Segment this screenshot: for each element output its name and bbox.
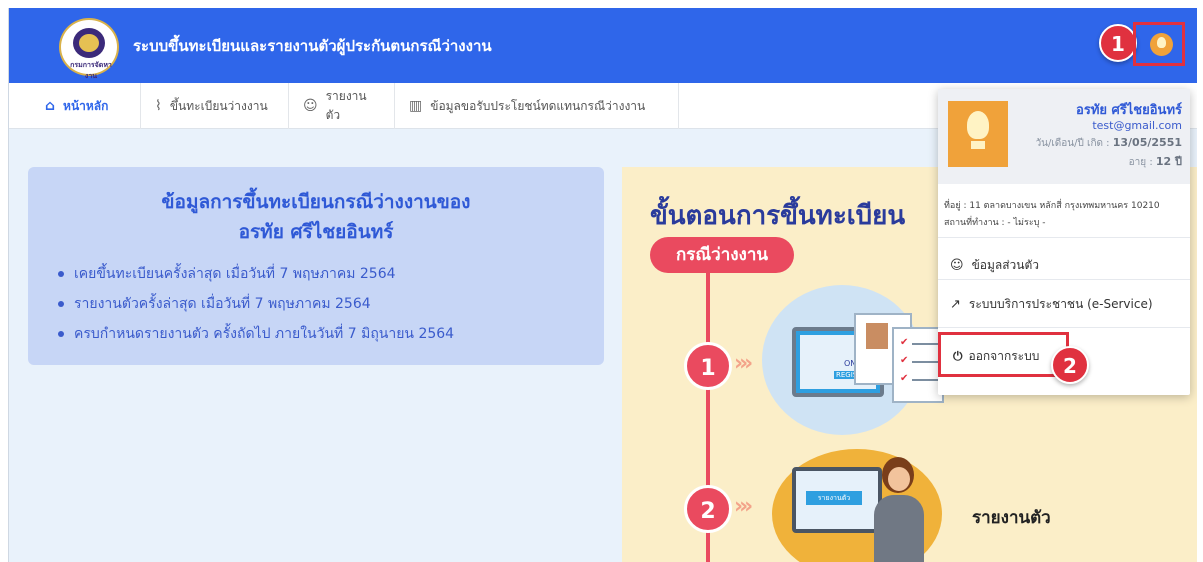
poster-title: ขั้นตอนการขึ้นทะเบียน bbox=[650, 201, 906, 231]
app-frame: กรมการจัดหางาน ระบบขึ้นทะเบียนและรายงานต… bbox=[8, 8, 1197, 562]
external-link-icon: ↗ bbox=[950, 297, 961, 312]
chevron-right-icon: ››› bbox=[734, 494, 753, 519]
menu-item-label: ข้อมูลส่วนตัว bbox=[971, 258, 1040, 272]
lightbulb-base bbox=[971, 141, 985, 149]
menu-item-label: ระบบบริการประชาชน (e-Service) bbox=[968, 297, 1153, 311]
power-icon: ⏻ bbox=[953, 349, 963, 363]
logout-link[interactable]: ⏻ ออกจากระบบ bbox=[953, 347, 1039, 366]
dob-label: วัน/เดือน/ปี เกิด : bbox=[1035, 138, 1110, 149]
logo-emblem-inner bbox=[79, 34, 99, 52]
divider bbox=[938, 327, 1190, 328]
menu-item-logout[interactable]: ⏻ ออกจากระบบ bbox=[938, 332, 1069, 377]
nav-item-label: หน้าหลัก bbox=[63, 98, 109, 113]
step-2-label: รายงานตัว bbox=[972, 508, 1051, 528]
user-name: อรทัย ศรีไชยอินทร์ bbox=[1076, 103, 1182, 118]
card-title: ข้อมูลการขึ้นทะเบียนกรณีว่างงานของ bbox=[161, 191, 471, 213]
checkmark-icon: ✔ bbox=[900, 337, 909, 348]
chevron-right-icon: ››› bbox=[734, 351, 753, 376]
top-bar: กรมการจัดหางาน ระบบขึ้นทะเบียนและรายงานต… bbox=[9, 8, 1197, 83]
age-value: 12 ปี bbox=[1155, 155, 1182, 168]
user-age: อายุ : 12 ปี bbox=[1010, 152, 1182, 170]
list-item: ครบกำหนดรายงานตัว ครั้งถัดไป ภายในวันที่… bbox=[58, 319, 454, 349]
avatar bbox=[1150, 33, 1173, 56]
lightbulb-icon bbox=[1157, 37, 1166, 48]
app-title: ระบบขึ้นทะเบียนและรายงานตัวผู้ประกันตนกร… bbox=[133, 37, 492, 55]
profile-photo-illustration bbox=[866, 323, 888, 349]
callout-badge-1: 1 bbox=[1099, 24, 1137, 62]
text-line bbox=[912, 379, 938, 381]
user-summary: อรทัย ศรีไชยอินทร์ test@gmail.com วัน/เด… bbox=[938, 89, 1190, 184]
nav-item-label: ข้อมูลขอรับประโยชน์ทดแทนกรณีว่างงาน bbox=[430, 98, 646, 113]
nav-item-benefits[interactable]: ▥ ข้อมูลขอรับประโยชน์ทดแทนกรณีว่างงาน bbox=[395, 83, 679, 129]
menu-item-profile[interactable]: ☺ ข้อมูลส่วนตัว bbox=[950, 256, 1039, 275]
nav-item-label: รายงานตัว bbox=[325, 89, 367, 122]
user-icon: ☺ bbox=[950, 258, 964, 273]
text-line bbox=[912, 343, 938, 345]
checklist-document-illustration: ✔ ✔ ✔ bbox=[892, 327, 944, 403]
menu-item-eservice[interactable]: ↗ ระบบบริการประชาชน (e-Service) bbox=[950, 295, 1153, 314]
lightbulb-icon bbox=[967, 111, 989, 139]
step-1-marker: 1 bbox=[684, 342, 732, 390]
step-2-marker: 2 bbox=[684, 485, 732, 533]
person-body bbox=[874, 495, 924, 562]
person-face bbox=[888, 467, 910, 491]
poster-pill: กรณีว่างงาน bbox=[650, 237, 794, 273]
user-avatar-button[interactable] bbox=[1133, 22, 1185, 66]
computer-illustration: รายงานตัว bbox=[792, 467, 882, 533]
registration-info-card: ข้อมูลการขึ้นทะเบียนกรณีว่างงานของ อรทัย… bbox=[28, 167, 604, 365]
nav-item-report[interactable]: ☺ รายงานตัว bbox=[289, 83, 395, 129]
user-email: test@gmail.com bbox=[1092, 119, 1182, 132]
pulse-icon: ⌇ bbox=[155, 98, 162, 114]
divider bbox=[938, 237, 1190, 238]
nav-item-register[interactable]: ⌇ ขึ้นทะเบียนว่างงาน bbox=[141, 83, 289, 129]
screen-label: รายงานตัว bbox=[806, 491, 862, 505]
age-label: อายุ : bbox=[1128, 157, 1153, 168]
checkmark-icon: ✔ bbox=[900, 355, 909, 366]
list-item: รายงานตัวครั้งล่าสุด เมื่อวันที่ 7 พฤษภา… bbox=[58, 289, 454, 319]
callout-badge-2: 2 bbox=[1051, 346, 1089, 384]
user-workplace: สถานที่ทำงาน : - ไม่ระบุ - bbox=[944, 218, 1046, 228]
user-address: ที่อยู่ : 11 ตลาดบางเขน หลักสี่ กรุงเทพม… bbox=[944, 201, 1160, 211]
person-illustration bbox=[870, 457, 928, 562]
registration-status-list: เคยขึ้นทะเบียนครั้งล่าสุด เมื่อวันที่ 7 … bbox=[58, 259, 454, 349]
book-icon: ▥ bbox=[409, 98, 423, 114]
list-item: เคยขึ้นทะเบียนครั้งล่าสุด เมื่อวันที่ 7 … bbox=[58, 259, 454, 289]
menu-item-label: ออกจากระบบ bbox=[968, 349, 1040, 363]
divider bbox=[938, 279, 1190, 280]
department-logo[interactable]: กรมการจัดหางาน bbox=[59, 18, 119, 80]
home-icon: ⌂ bbox=[45, 98, 56, 114]
nav-item-home[interactable]: ⌂ หน้าหลัก bbox=[31, 83, 141, 129]
checkmark-icon: ✔ bbox=[900, 373, 909, 384]
user-icon: ☺ bbox=[303, 98, 318, 114]
logo-text: กรมการจัดหางาน bbox=[70, 61, 112, 80]
dob-value: 13/05/2551 bbox=[1112, 136, 1182, 149]
nav-item-label: ขึ้นทะเบียนว่างงาน bbox=[169, 98, 268, 113]
card-user-name: อรทัย ศรีไชยอินทร์ bbox=[238, 221, 394, 243]
user-dob: วัน/เดือน/ปี เกิด : 13/05/2551 bbox=[1010, 136, 1182, 151]
text-line bbox=[912, 361, 938, 363]
avatar bbox=[948, 101, 1008, 167]
